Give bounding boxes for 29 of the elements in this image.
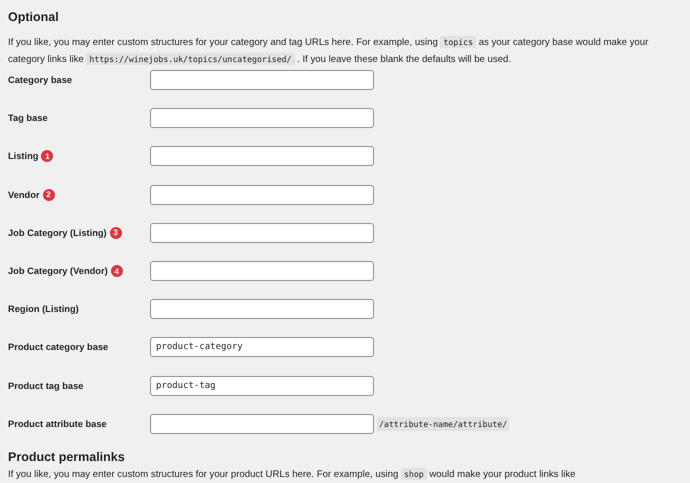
number-badge: 3 — [110, 226, 122, 239]
field-label: Product attribute base — [8, 418, 107, 429]
field-label: Tag base — [8, 113, 48, 124]
field-label: Region (Listing) — [8, 304, 79, 314]
section-heading: Product permalinks — [8, 448, 126, 466]
number-badge: 1 — [41, 150, 54, 162]
field-label: Job Category (Listing) — [8, 228, 107, 238]
number-badge: 4 — [110, 265, 123, 278]
number-badge: 2 — [42, 188, 55, 201]
input-field[interactable] — [150, 70, 374, 90]
input-field[interactable] — [150, 108, 374, 128]
input-field[interactable] — [150, 299, 374, 320]
field-label: Job Category (Vendor) — [8, 266, 108, 276]
field-label: Product tag base — [8, 380, 84, 391]
section-description: If you like, you may enter custom structures for your product URLs here. For example, using shop would make your product links like — [8, 468, 576, 481]
input-field[interactable] — [150, 261, 374, 282]
input-field[interactable]: product-tag — [150, 376, 374, 396]
section-heading: Optional — [8, 9, 60, 26]
path-suffix: /attribute-name/attribute/ — [377, 416, 510, 431]
field-label: Vendor — [8, 190, 40, 200]
section-description: If you like, you may enter custom structures for your category and tag URLs here. For example, using topics as your category base would make your category links like https://winejobs.uk/topics/uncategorised/ . If you leave these blank the defaults will be used. — [8, 35, 650, 67]
field-label: Product category base — [8, 342, 108, 352]
field-label: Category base — [8, 75, 72, 86]
input-field[interactable]: product-category — [150, 337, 374, 358]
input-field[interactable] — [150, 414, 374, 434]
field-label: Listing — [8, 151, 38, 162]
input-field[interactable] — [150, 222, 374, 243]
input-field[interactable] — [150, 146, 374, 166]
input-field[interactable] — [150, 184, 374, 205]
